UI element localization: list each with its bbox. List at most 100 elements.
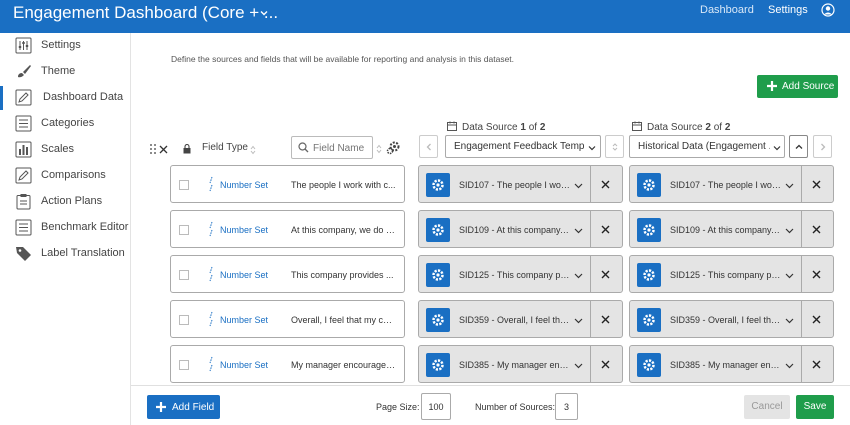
source-1-mapping[interactable]: SID125 - This company pro... xyxy=(418,255,623,293)
close-icon[interactable] xyxy=(601,315,610,324)
nav-settings[interactable]: Settings xyxy=(768,4,808,16)
chevron-down-icon[interactable] xyxy=(574,317,583,325)
field-type-link[interactable]: Number Set xyxy=(220,180,268,190)
chevron-down-icon[interactable] xyxy=(574,272,583,280)
row-checkbox[interactable] xyxy=(179,315,189,325)
field-name[interactable]: The people I work with c... xyxy=(291,180,397,190)
sidebar-item-action-plans[interactable]: Action Plans xyxy=(0,189,131,215)
add-source-button[interactable]: Add Source xyxy=(757,75,838,98)
data-source-2-select[interactable]: Historical Data (Engagement ... xyxy=(629,135,785,158)
add-field-button[interactable]: Add Field xyxy=(147,395,220,419)
chevron-down-icon[interactable] xyxy=(574,182,583,190)
dashboard-title[interactable]: Engagement Dashboard (Core + ... xyxy=(13,3,278,23)
source-1-mapping[interactable]: SID359 - Overall, I feel that... xyxy=(418,300,623,338)
row-checkbox[interactable] xyxy=(179,360,189,370)
close-icon[interactable] xyxy=(812,270,821,279)
move-source-right-button[interactable] xyxy=(813,135,832,158)
nav-dashboard[interactable]: Dashboard xyxy=(700,4,754,16)
mapping-settings-button[interactable] xyxy=(637,173,661,197)
mapping-settings-button[interactable] xyxy=(637,308,661,332)
collapse-source-button[interactable] xyxy=(789,135,808,158)
cancel-button[interactable]: Cancel xyxy=(744,395,790,419)
mapping-settings-button[interactable] xyxy=(637,218,661,242)
source-2-mapping[interactable]: SID125 - This company pro... xyxy=(629,255,834,293)
plus-icon xyxy=(156,402,166,412)
field-name-search[interactable] xyxy=(291,136,373,159)
mapping-settings-button[interactable] xyxy=(426,173,450,197)
move-source-left-button[interactable] xyxy=(419,135,438,158)
chevron-down-icon[interactable] xyxy=(574,227,583,235)
field-type-link[interactable]: Number Set xyxy=(220,360,268,370)
source-1-mapping[interactable]: SID107 - The people I work ... xyxy=(418,165,623,203)
chevron-down-icon[interactable] xyxy=(785,272,794,280)
field-name[interactable]: Overall, I feel that my car... xyxy=(291,315,397,325)
sidebar-item-categories[interactable]: Categories xyxy=(0,111,131,137)
data-source-1-select[interactable]: Engagement Feedback Templ... xyxy=(445,135,601,158)
sidebar-item-dashboard-data[interactable]: Dashboard Data xyxy=(0,85,131,111)
drag-handle-icon[interactable] xyxy=(149,143,157,155)
close-icon[interactable] xyxy=(601,270,610,279)
field-type-link[interactable]: Number Set xyxy=(220,225,268,235)
field-name[interactable]: This company provides ... xyxy=(291,270,397,280)
close-icon[interactable] xyxy=(812,315,821,324)
chevron-down-icon[interactable] xyxy=(785,317,794,325)
field-row[interactable]: Number Set At this company, we do a... xyxy=(170,210,405,248)
sidebar-item-theme[interactable]: Theme xyxy=(0,59,131,85)
source-2-mapping[interactable]: SID385 - My manager enc... xyxy=(629,345,834,383)
sidebar-item-benchmark-editor[interactable]: Benchmark Editor xyxy=(0,215,131,241)
sort-icon[interactable] xyxy=(376,144,382,154)
field-name[interactable]: My manager encourages... xyxy=(291,360,397,370)
mapping-settings-button[interactable] xyxy=(426,218,450,242)
field-type-header[interactable]: Field Type xyxy=(202,142,248,153)
chevron-down-icon[interactable] xyxy=(574,362,583,370)
field-row[interactable]: Number Set This company provides ... xyxy=(170,255,405,293)
mapping-settings-button[interactable] xyxy=(426,308,450,332)
chevron-down-icon[interactable] xyxy=(785,362,794,370)
close-icon[interactable] xyxy=(159,145,168,154)
close-icon[interactable] xyxy=(601,225,610,234)
field-row[interactable]: Number Set My manager encourages... xyxy=(170,345,405,383)
sort-icon[interactable] xyxy=(250,145,256,155)
close-icon[interactable] xyxy=(601,180,610,189)
sidebar: Settings Theme Dashboard Data Categories… xyxy=(0,33,131,425)
field-name[interactable]: At this company, we do a... xyxy=(291,225,397,235)
mapping-settings-button[interactable] xyxy=(426,263,450,287)
row-checkbox[interactable] xyxy=(179,180,189,190)
user-icon[interactable] xyxy=(821,3,835,17)
field-name-input[interactable] xyxy=(313,141,369,155)
field-row[interactable]: Number Set The people I work with c... xyxy=(170,165,405,203)
source-2-mapping[interactable]: SID359 - Overall, I feel that... xyxy=(629,300,834,338)
source-2-mapping[interactable]: SID109 - At this company, ... xyxy=(629,210,834,248)
source-1-mapping[interactable]: SID385 - My manager enc... xyxy=(418,345,623,383)
mapping-settings-button[interactable] xyxy=(426,353,450,377)
field-type-link[interactable]: Number Set xyxy=(220,270,268,280)
mapping-settings-button[interactable] xyxy=(637,353,661,377)
gear-icon xyxy=(643,224,655,236)
chevron-down-icon[interactable] xyxy=(785,227,794,235)
source-2-mapping[interactable]: SID107 - The people I work ... xyxy=(629,165,834,203)
gear-icon[interactable] xyxy=(386,140,401,155)
source-1-mapping[interactable]: SID109 - At this company, ... xyxy=(418,210,623,248)
row-checkbox[interactable] xyxy=(179,225,189,235)
divider xyxy=(590,301,591,337)
close-icon[interactable] xyxy=(601,360,610,369)
mapping-settings-button[interactable] xyxy=(637,263,661,287)
sidebar-item-comparisons[interactable]: Comparisons xyxy=(0,163,131,189)
close-icon[interactable] xyxy=(812,180,821,189)
sidebar-item-scales[interactable]: Scales xyxy=(0,137,131,163)
sidebar-item-settings[interactable]: Settings xyxy=(0,33,131,59)
close-icon[interactable] xyxy=(812,225,821,234)
chevron-down-icon[interactable] xyxy=(257,6,271,20)
num-sources-input[interactable] xyxy=(555,393,578,420)
sidebar-item-label-translation[interactable]: Label Translation xyxy=(0,241,131,267)
pencil-icon xyxy=(15,89,32,106)
sliders-icon xyxy=(15,37,32,54)
source-1-sort-button[interactable] xyxy=(605,135,624,158)
save-button[interactable]: Save xyxy=(796,395,834,419)
page-size-input[interactable] xyxy=(421,393,451,420)
field-type-link[interactable]: Number Set xyxy=(220,315,268,325)
field-row[interactable]: Number Set Overall, I feel that my car..… xyxy=(170,300,405,338)
close-icon[interactable] xyxy=(812,360,821,369)
row-checkbox[interactable] xyxy=(179,270,189,280)
chevron-down-icon[interactable] xyxy=(785,182,794,190)
